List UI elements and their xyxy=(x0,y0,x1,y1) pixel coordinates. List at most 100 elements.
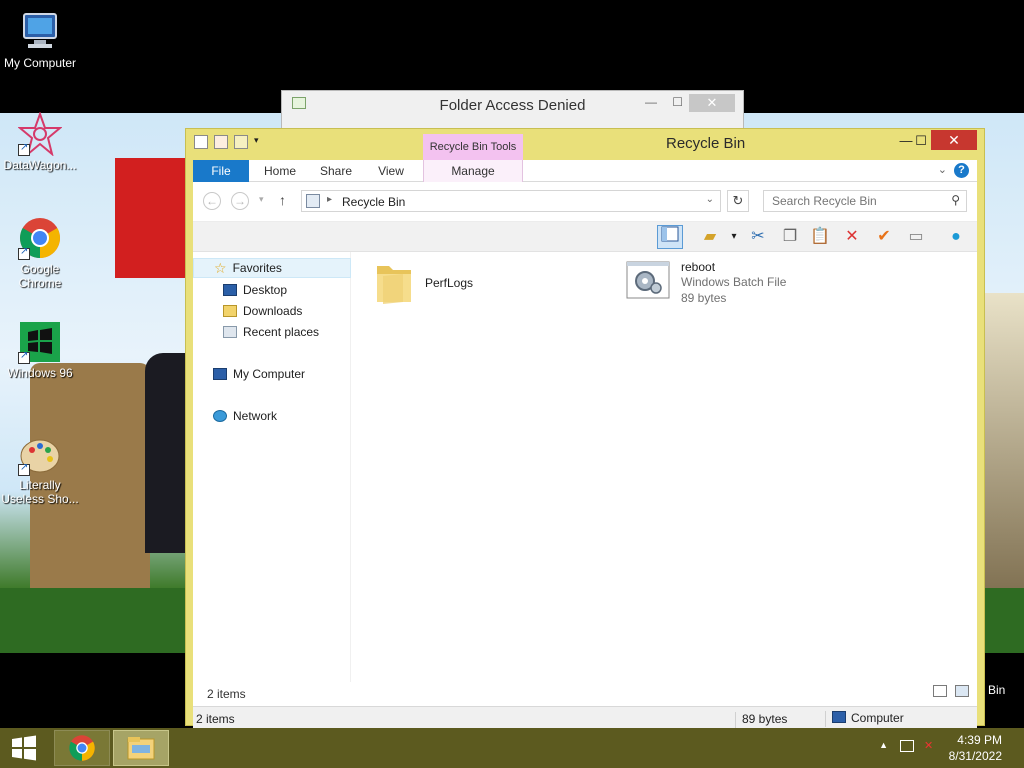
view-toggle xyxy=(933,685,969,697)
item-count: 2 items xyxy=(207,687,246,701)
explorer-window[interactable]: ▾ Recycle Bin Tools Recycle Bin — ☐ ✕ Fi… xyxy=(185,128,985,728)
back-button[interactable]: ← xyxy=(203,192,221,210)
up-arrow-icon[interactable]: ↑ xyxy=(279,192,286,208)
organize-folder-icon[interactable]: ▰ xyxy=(697,225,723,249)
clock[interactable]: 4:39 PM 8/31/2022 xyxy=(949,732,1002,764)
nav-desktop[interactable]: Desktop xyxy=(223,280,287,300)
tab-share[interactable]: Share xyxy=(313,160,359,182)
shortcut-arrow-icon xyxy=(18,246,30,260)
rename-icon[interactable]: ▭ xyxy=(903,225,929,249)
dialog-minimize-button[interactable]: — xyxy=(645,95,657,109)
search-icon[interactable]: ⚲ xyxy=(951,193,960,207)
show-hidden-icons-chevron[interactable]: ▲ xyxy=(879,740,888,750)
copy-icon[interactable]: ❐ xyxy=(777,225,803,249)
close-button[interactable]: ✕ xyxy=(931,130,977,150)
desktop-icon-label: Literally Useless Sho... xyxy=(1,478,79,506)
quick-access-toolbar: ▾ xyxy=(194,135,262,149)
desktop-icon-label: My Computer xyxy=(3,56,77,70)
status-zone: Computer xyxy=(825,711,904,727)
chrome-icon xyxy=(18,216,62,260)
window-titlebar[interactable]: ▾ Recycle Bin Tools Recycle Bin — ☐ ✕ xyxy=(186,129,984,160)
cut-icon[interactable]: ✂ xyxy=(745,225,771,249)
nav-downloads[interactable]: Downloads xyxy=(223,301,302,321)
chevron-down-icon[interactable]: ▾ xyxy=(254,135,262,149)
taskbar-chrome[interactable] xyxy=(54,730,110,766)
desktop-recycle-bin-label[interactable]: Bin xyxy=(988,683,1005,697)
breadcrumb[interactable]: Recycle Bin xyxy=(342,195,405,209)
taskbar-file-explorer[interactable] xyxy=(113,730,169,766)
status-strip: 2 items xyxy=(193,682,977,706)
network-icon xyxy=(213,410,227,422)
volume-muted-icon[interactable]: ✕ xyxy=(924,740,938,752)
address-dropdown-chevron-icon[interactable]: ⌄ xyxy=(706,194,714,205)
downloads-folder-icon xyxy=(223,305,237,317)
shortcut-arrow-icon xyxy=(18,462,30,476)
details-view-icon[interactable] xyxy=(933,685,947,697)
recycle-bin-small-icon[interactable] xyxy=(194,135,208,149)
tab-manage[interactable]: Manage xyxy=(433,160,513,182)
ribbon-tabs: File Home Share View Manage ⌄ ? xyxy=(193,160,977,182)
clock-time: 4:39 PM xyxy=(957,733,1002,747)
search-input[interactable] xyxy=(764,191,944,211)
chrome-icon xyxy=(69,735,95,761)
start-button[interactable] xyxy=(0,728,48,768)
taskbar: ▲ ✕ 4:39 PM 8/31/2022 xyxy=(0,728,1024,768)
folder-icon xyxy=(377,266,411,304)
window-body: File Home Share View Manage ⌄ ? ← → ▾ ↑ … xyxy=(193,160,977,728)
status-zone-label: Computer xyxy=(851,711,904,725)
delete-icon[interactable]: ✕ xyxy=(839,225,865,249)
file-name: reboot xyxy=(681,260,716,274)
help-icon[interactable]: ? xyxy=(954,163,969,178)
dialog-close-button[interactable]: ✕ xyxy=(689,94,735,112)
recent-places-icon xyxy=(223,326,237,338)
breadcrumb-separator-icon[interactable]: ▸ xyxy=(327,194,332,205)
tab-home[interactable]: Home xyxy=(255,160,305,182)
computer-icon xyxy=(213,368,227,380)
desktop-icon-my-computer[interactable]: My Computer xyxy=(0,10,80,70)
paste-icon[interactable]: 📋 xyxy=(807,225,833,249)
status-size: 89 bytes xyxy=(735,712,787,728)
status-item-count: 2 items xyxy=(196,712,235,726)
recent-locations-chevron-icon[interactable]: ▾ xyxy=(259,194,264,205)
search-box[interactable]: ⚲ xyxy=(763,190,967,212)
file-size: 89 bytes xyxy=(681,291,727,305)
tab-file[interactable]: File xyxy=(193,160,249,182)
nav-favorites[interactable]: ☆ Favorites xyxy=(193,258,351,278)
computer-icon xyxy=(18,10,62,54)
file-list[interactable]: PerfLogs reboot Windows Batch File 89 by… xyxy=(353,252,977,682)
dialog-maximize-button[interactable]: ☐ xyxy=(672,95,683,109)
file-name: PerfLogs xyxy=(425,276,474,290)
network-status-icon[interactable] xyxy=(900,740,914,752)
desktop-icon-datawagon[interactable]: DataWagon... xyxy=(0,111,80,172)
command-toolbar: ▰ ▾ ✂ ❐ 📋 ✕ ✔ ▭ ● xyxy=(193,222,977,252)
tab-view[interactable]: View xyxy=(369,160,413,182)
address-bar[interactable]: ▸ Recycle Bin ⌄ xyxy=(301,190,721,212)
windows96-icon xyxy=(18,320,62,364)
new-folder-icon[interactable] xyxy=(234,135,248,149)
list-item-perflogs[interactable]: PerfLogs xyxy=(373,260,473,306)
layout-pane-button[interactable] xyxy=(657,225,683,249)
paint-palette-icon xyxy=(18,432,62,476)
desktop-icon-windows-96[interactable]: Windows 96 xyxy=(0,320,80,380)
nav-network[interactable]: Network xyxy=(213,406,277,426)
desktop-icon-google-chrome[interactable]: Google Chrome xyxy=(0,216,80,290)
organize-chevron-icon[interactable]: ▾ xyxy=(721,225,747,249)
file-explorer-icon xyxy=(127,737,155,760)
star-icon: ☆ xyxy=(214,260,227,276)
recycle-bin-tools-tab[interactable]: Recycle Bin Tools xyxy=(423,134,523,160)
desktop-icon-literally-useless[interactable]: Literally Useless Sho... xyxy=(0,432,80,506)
ribbon-expand-chevron-icon[interactable]: ⌄ xyxy=(938,163,947,176)
properties-icon[interactable] xyxy=(214,135,228,149)
nav-recent-places[interactable]: Recent places xyxy=(223,322,319,342)
large-icons-view-icon[interactable] xyxy=(955,685,969,697)
list-item-reboot[interactable]: reboot Windows Batch File 89 bytes xyxy=(625,260,786,306)
refresh-button[interactable]: ↻ xyxy=(727,190,749,212)
file-type: Windows Batch File xyxy=(681,275,787,289)
forward-button[interactable]: → xyxy=(231,192,249,210)
navigation-pane: ☆ Favorites Desktop Downloads Recent pla… xyxy=(193,252,351,682)
globe-icon[interactable]: ● xyxy=(943,225,969,249)
shortcut-arrow-icon xyxy=(18,142,30,156)
checkmark-icon[interactable]: ✔ xyxy=(871,225,897,249)
recycle-bin-small-icon xyxy=(306,194,320,208)
nav-my-computer[interactable]: My Computer xyxy=(213,364,305,384)
